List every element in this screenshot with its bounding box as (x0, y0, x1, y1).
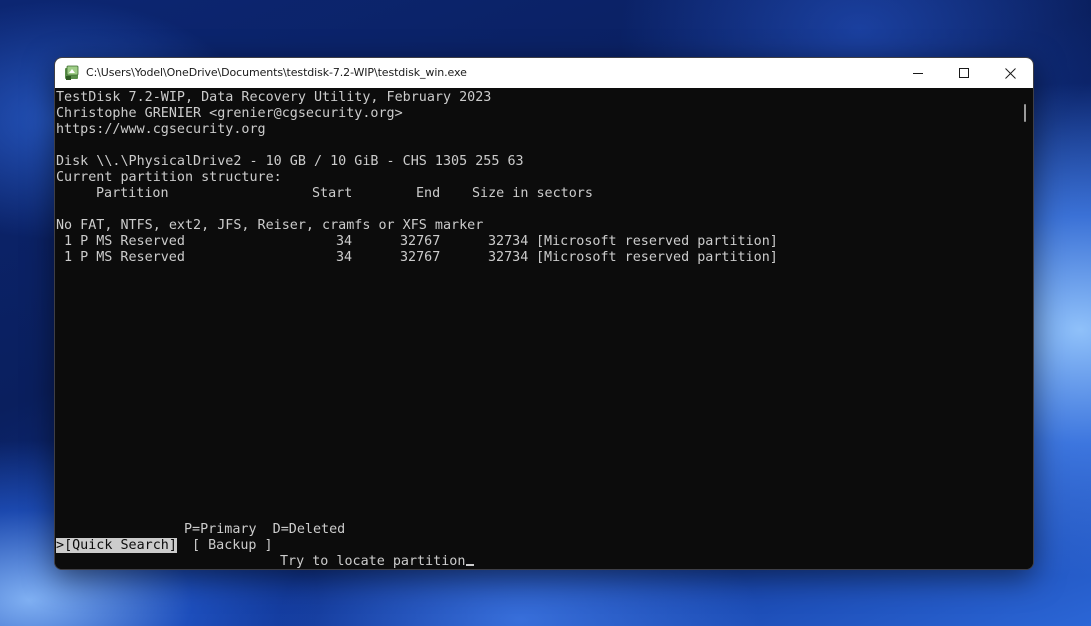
partition-label: [Microsoft reserved partition] (536, 250, 778, 265)
header-line: https://www.cgsecurity.org (56, 122, 266, 137)
hint-text: Try to locate partition (280, 554, 466, 569)
header-line: TestDisk 7.2-WIP, Data Recovery Utility,… (56, 90, 492, 105)
console-window[interactable]: C:\Users\Yodel\OneDrive\Documents\testdi… (54, 57, 1034, 570)
close-icon (1004, 67, 1016, 79)
partition-end: 32767 (400, 250, 441, 265)
column-header-start: Start (312, 186, 353, 201)
header-line: Christophe GRENIER <grenier@cgsecurity.o… (56, 106, 403, 121)
minimize-icon (913, 73, 923, 74)
console-output[interactable]: TestDisk 7.2-WIP, Data Recovery Utility,… (55, 88, 1017, 569)
column-header-end: End (416, 186, 441, 201)
structure-label: Current partition structure: (56, 170, 282, 185)
partition-start: 34 (336, 234, 353, 249)
column-header-size: Size in sectors (472, 186, 593, 201)
disk-info: Disk \\.\PhysicalDrive2 - 10 GB / 10 GiB… (56, 154, 524, 169)
partition-end: 32767 (400, 234, 441, 249)
scrollbar-thumb[interactable] (1024, 104, 1026, 122)
window-title: C:\Users\Yodel\OneDrive\Documents\testdi… (86, 66, 467, 79)
testdisk-app-icon (65, 65, 79, 80)
column-header-partition: Partition (96, 186, 169, 201)
close-button[interactable] (987, 58, 1033, 88)
backup-button[interactable]: [ Backup ] (192, 538, 273, 554)
menu-bar: >[Quick Search] (56, 538, 177, 554)
partition-label: [Microsoft reserved partition] (536, 234, 778, 249)
partition-start: 34 (336, 250, 353, 265)
minimize-button[interactable] (895, 58, 941, 88)
text-cursor (466, 564, 475, 566)
quick-search-button[interactable]: [Quick Search] (64, 538, 177, 553)
menu-pointer: > (56, 538, 65, 553)
title-bar[interactable]: C:\Users\Yodel\OneDrive\Documents\testdi… (55, 58, 1033, 88)
partition-entry: 1 P MS Reserved (64, 250, 185, 265)
vertical-scrollbar[interactable] (1017, 88, 1033, 569)
partition-size: 32734 (488, 250, 529, 265)
maximize-icon (959, 68, 969, 78)
maximize-button[interactable] (941, 58, 987, 88)
legend-text: P=Primary D=Deleted (184, 522, 346, 537)
partition-size: 32734 (488, 234, 529, 249)
partition-entry: 1 P MS Reserved (64, 234, 185, 249)
hint-line: Try to locate partition (280, 554, 475, 569)
warning-message: No FAT, NTFS, ext2, JFS, Reiser, cramfs … (56, 218, 484, 233)
